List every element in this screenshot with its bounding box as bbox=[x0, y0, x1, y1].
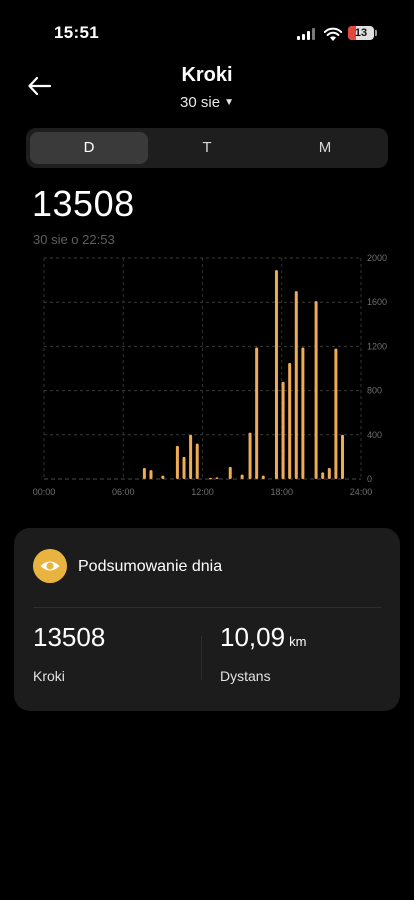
stats-divider bbox=[201, 636, 202, 680]
eye-icon bbox=[33, 549, 67, 583]
chart-bar bbox=[240, 474, 244, 479]
chart-bar bbox=[189, 434, 193, 479]
distance-label: Dystans bbox=[220, 668, 271, 684]
card-divider bbox=[33, 607, 381, 608]
chart-bar bbox=[334, 348, 338, 479]
x-tick-label: 24:00 bbox=[350, 487, 373, 497]
chart-bar bbox=[261, 475, 265, 479]
chart-bar bbox=[341, 434, 345, 479]
day-summary-card[interactable]: Podsumowanie dnia 13508 Kroki 10,09 km Dy… bbox=[14, 528, 400, 711]
date-selector-label: 30 sie bbox=[180, 94, 221, 111]
chart-bar bbox=[248, 432, 252, 479]
caret-down-icon: ▼ bbox=[224, 97, 234, 108]
chart-bar bbox=[228, 466, 232, 479]
tab-day[interactable]: D bbox=[30, 132, 148, 164]
y-tick-label: 800 bbox=[367, 386, 382, 396]
x-tick-label: 12:00 bbox=[191, 487, 214, 497]
y-tick-label: 2000 bbox=[367, 253, 387, 263]
y-tick-label: 400 bbox=[367, 430, 382, 440]
chart-bar bbox=[161, 475, 165, 479]
chart-bar bbox=[274, 270, 278, 479]
y-tick-label: 1600 bbox=[367, 297, 387, 307]
chart-bar bbox=[175, 445, 179, 479]
chart-bar bbox=[327, 467, 331, 479]
chart-bar bbox=[182, 456, 186, 479]
distance-unit: km bbox=[289, 634, 307, 649]
chart-bar bbox=[195, 443, 199, 479]
distance-stat: 10,09 km bbox=[220, 622, 306, 653]
steps-value: 13508 bbox=[33, 622, 106, 652]
chart-bar bbox=[288, 362, 292, 479]
distance-value: 10,09 bbox=[220, 622, 286, 652]
battery-level: 13 bbox=[354, 27, 368, 39]
chart-bar bbox=[281, 381, 285, 479]
steps-chart-svg: 0 400 800 1200 1600 2000 00:00 06:00 12:00 18:00 2… bbox=[33, 253, 387, 497]
status-time: 15:51 bbox=[54, 23, 99, 42]
tab-week[interactable]: T bbox=[148, 132, 266, 164]
x-tick-label: 18:00 bbox=[270, 487, 293, 497]
wifi-icon bbox=[323, 27, 343, 41]
battery-icon: 13 bbox=[348, 26, 374, 40]
cellular-signal-icon bbox=[297, 28, 317, 40]
chart-bar bbox=[314, 301, 318, 479]
period-tabs: D T M bbox=[26, 128, 388, 168]
page-title: Kroki bbox=[181, 64, 233, 86]
chart-bar bbox=[215, 477, 219, 479]
chart-bar bbox=[208, 477, 212, 480]
card-title: Podsumowanie dnia bbox=[78, 558, 223, 575]
chart-bar bbox=[321, 472, 325, 479]
chart-bar bbox=[301, 347, 305, 479]
y-tick-label: 1200 bbox=[367, 341, 387, 351]
steps-chart[interactable]: 0 400 800 1200 1600 2000 00:00 06:00 12:00 18:00 2… bbox=[30, 250, 390, 500]
chart-bar bbox=[149, 470, 153, 479]
steps-label: Kroki bbox=[33, 668, 65, 684]
chart-bar bbox=[294, 291, 298, 479]
x-tick-label: 06:00 bbox=[112, 487, 135, 497]
chart-bar bbox=[255, 347, 259, 479]
x-tick-label: 00:00 bbox=[33, 487, 56, 497]
battery-tip bbox=[375, 30, 377, 36]
tab-month[interactable]: M bbox=[266, 132, 384, 164]
last-sync-time: 30 sie o 22:53 bbox=[33, 232, 115, 247]
status-bar: 15:51 13 bbox=[0, 0, 414, 60]
date-selector[interactable]: 30 sie ▼ bbox=[0, 94, 414, 111]
chart-bar bbox=[142, 467, 146, 479]
steps-total: 13508 bbox=[32, 183, 135, 224]
y-tick-label: 0 bbox=[367, 474, 372, 484]
